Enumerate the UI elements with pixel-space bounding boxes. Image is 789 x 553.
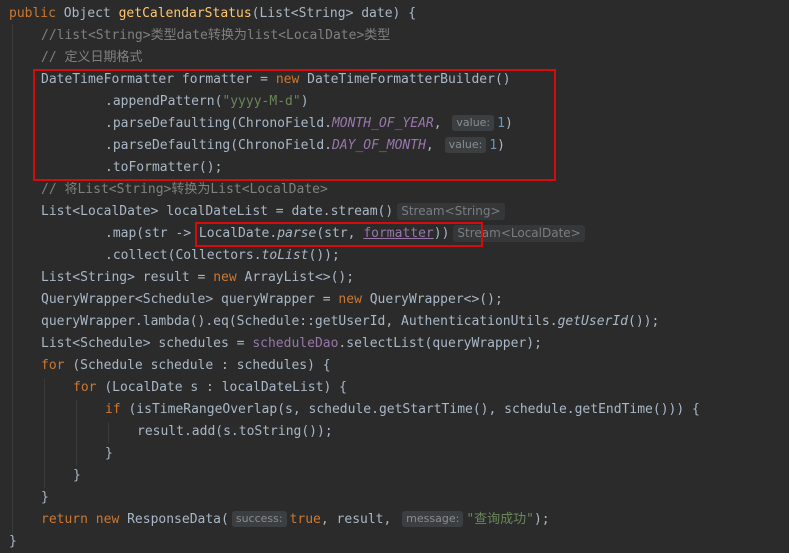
code-line[interactable]: //list<String>类型date转换为list<LocalDate>类型 bbox=[41, 25, 390, 47]
code-line[interactable]: if (isTimeRangeOverlap(s, schedule.getSt… bbox=[105, 399, 700, 421]
code-token: .selectList(queryWrapper); bbox=[338, 336, 542, 351]
code-token: queryWrapper.lambda().eq(Schedule::getUs… bbox=[41, 314, 558, 329]
code-token: QueryWrapper<Schedule> queryWrapper = bbox=[41, 292, 339, 307]
code-line[interactable]: } bbox=[41, 487, 49, 509]
code-token: List<String> result = bbox=[41, 270, 214, 285]
code-token: (LocalDate s : localDateList) { bbox=[104, 380, 347, 395]
code-line[interactable]: // 将List<String>转换为List<LocalDate> bbox=[41, 179, 328, 201]
code-token: (isTimeRangeOverlap(s, schedule.getStart… bbox=[128, 402, 700, 417]
code-token: result.add(s.toString()); bbox=[137, 424, 333, 439]
code-line[interactable]: } bbox=[105, 443, 113, 465]
code-token: getCalendarStatus bbox=[118, 6, 252, 21]
code-token: ArrayList<>(); bbox=[244, 270, 355, 285]
indent-guide bbox=[12, 24, 13, 536]
code-line[interactable]: public Object getCalendarStatus(List<Str… bbox=[9, 3, 416, 25]
code-token: } bbox=[73, 468, 81, 483]
code-line[interactable]: QueryWrapper<Schedule> queryWrapper = ne… bbox=[41, 289, 503, 311]
code-token: scheduleDao bbox=[252, 336, 339, 351]
code-editor[interactable]: public Object getCalendarStatus(List<Str… bbox=[0, 0, 789, 549]
type-hint: Stream<String> bbox=[397, 203, 505, 220]
code-token: toList bbox=[261, 248, 309, 263]
code-token: getUserId bbox=[557, 314, 629, 329]
code-token: true bbox=[289, 512, 321, 527]
indent-guide bbox=[108, 422, 109, 444]
code-token: } bbox=[9, 534, 17, 549]
code-token: ResponseData( bbox=[127, 512, 229, 527]
highlight-box-formatter-block bbox=[33, 69, 556, 181]
code-line[interactable]: for (Schedule schedule : schedules) { bbox=[41, 355, 331, 377]
indent-guide bbox=[76, 400, 77, 466]
code-token: (Schedule schedule : schedules) { bbox=[72, 358, 331, 373]
code-token: .collect(Collectors. bbox=[105, 248, 262, 263]
code-token: List<LocalDate> localDateList = date.str… bbox=[41, 204, 394, 219]
code-token: Object bbox=[63, 6, 119, 21]
code-token: // 定义日期格式 bbox=[41, 50, 143, 65]
code-token: for bbox=[73, 380, 105, 395]
code-token: return new bbox=[41, 512, 128, 527]
code-line[interactable]: result.add(s.toString()); bbox=[137, 421, 333, 443]
code-line[interactable]: for (LocalDate s : localDateList) { bbox=[73, 377, 347, 399]
code-line[interactable]: } bbox=[9, 531, 17, 553]
code-line[interactable]: List<LocalDate> localDateList = date.str… bbox=[41, 201, 505, 223]
code-line[interactable]: queryWrapper.lambda().eq(Schedule::getUs… bbox=[41, 311, 659, 333]
code-line[interactable]: List<Schedule> schedules = scheduleDao.s… bbox=[41, 333, 542, 355]
code-line[interactable]: // 定义日期格式 bbox=[41, 47, 142, 69]
code-line[interactable]: return new ResponseData(success: true, re… bbox=[41, 509, 550, 531]
highlight-box-parse-call bbox=[195, 222, 483, 247]
code-token: ); bbox=[533, 512, 550, 527]
code-token: for bbox=[41, 358, 73, 373]
code-token: // 将List<String>转换为List<LocalDate> bbox=[41, 182, 328, 197]
code-token: if bbox=[105, 402, 129, 417]
code-token: new bbox=[213, 270, 245, 285]
code-token: ()); bbox=[628, 314, 660, 329]
code-token: (List<String> date) { bbox=[251, 6, 417, 21]
code-token: ()); bbox=[308, 248, 340, 263]
code-token: , result, bbox=[320, 512, 400, 527]
code-token: } bbox=[105, 446, 113, 461]
parameter-hint: message: bbox=[402, 511, 464, 527]
parameter-hint: success: bbox=[231, 511, 287, 527]
code-token: List<Schedule> schedules = bbox=[41, 336, 253, 351]
code-token: QueryWrapper<>(); bbox=[369, 292, 503, 307]
code-token: new bbox=[338, 292, 370, 307]
code-token: } bbox=[41, 490, 49, 505]
indent-guide bbox=[44, 378, 45, 488]
code-token: //list<String>类型date转换为list<LocalDate>类型 bbox=[41, 28, 391, 43]
code-line[interactable]: .collect(Collectors.toList()); bbox=[105, 245, 340, 267]
code-line[interactable]: } bbox=[73, 465, 81, 487]
code-line[interactable]: List<String> result = new ArrayList<>(); bbox=[41, 267, 354, 289]
code-token: public bbox=[9, 6, 64, 21]
code-token: "查询成功" bbox=[466, 512, 534, 527]
code-token: .map(str -> bbox=[105, 226, 199, 241]
